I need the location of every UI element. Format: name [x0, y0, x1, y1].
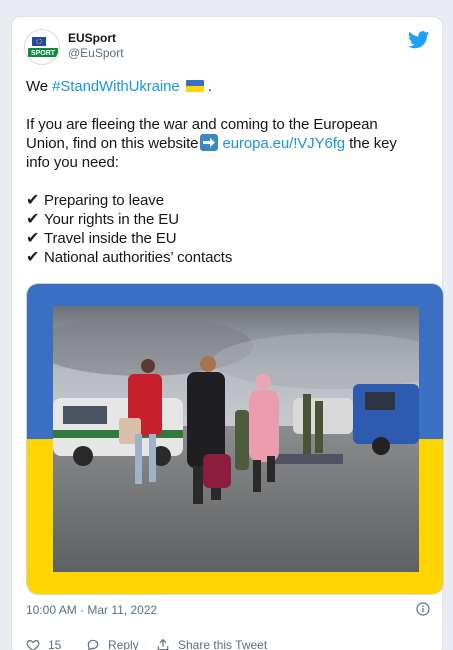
checklist-text: National authorities’ contacts [44, 249, 233, 266]
text-the-key: the key [345, 135, 397, 152]
refugee-photo [53, 306, 419, 572]
text-find-website: Union, find on this website [26, 135, 199, 152]
author-names: EUSport @EuSport [68, 31, 124, 61]
checklist-text: Your rights in the EU [44, 211, 179, 228]
reply-label: Reply [108, 638, 139, 650]
text-period: . [203, 78, 212, 95]
tweet-line-2: If you are fleeing the war and coming to… [26, 116, 378, 133]
reply-icon [87, 639, 99, 650]
tweet-line-3: Union, find on this website europa.eu/!V… [26, 134, 436, 153]
reply-button[interactable]: Reply [86, 636, 156, 650]
checkmark-icon: ✔ [26, 211, 40, 228]
checklist-item: ✔ National authorities’ contacts [26, 248, 436, 267]
checklist-text: Preparing to leave [44, 192, 164, 209]
checklist-item: ✔ Travel inside the EU [26, 229, 436, 248]
tweet-text: We #StandWithUkraine . If you are fleein… [26, 77, 436, 267]
share-button[interactable]: Share this Tweet [156, 636, 286, 650]
ukraine-flag-icon [185, 80, 204, 92]
twitter-bird-icon[interactable] [408, 31, 430, 49]
like-count: 15 [48, 638, 62, 650]
text-we: We [26, 78, 53, 95]
tweet-card: SPORT EUSport @EuSport We #StandWithUkra… [11, 16, 444, 650]
tweet-media[interactable] [26, 283, 444, 595]
checklist-item: ✔ Your rights in the EU [26, 210, 436, 229]
tweet-timestamp[interactable]: 10:00 AM · Mar 11, 2022 [26, 603, 157, 617]
checklist-item: ✔ Preparing to leave [26, 191, 436, 210]
author-handle[interactable]: @EuSport [68, 46, 124, 61]
share-label: Share this Tweet [178, 638, 268, 650]
share-icon [157, 638, 169, 650]
checkmark-icon: ✔ [26, 230, 40, 247]
arrow-right-icon [200, 134, 219, 151]
author-display-name[interactable]: EUSport [68, 31, 124, 46]
tweet-line-1: We #StandWithUkraine . [26, 77, 436, 96]
hashtag-link[interactable]: #StandWithUkraine [52, 78, 180, 95]
avatar-text: SPORT [31, 50, 56, 57]
avatar[interactable]: SPORT [24, 29, 60, 65]
heart-icon [26, 640, 40, 650]
checkmark-icon: ✔ [26, 192, 40, 209]
tweet-header: SPORT EUSport @EuSport [24, 29, 430, 65]
info-icon[interactable] [416, 602, 430, 616]
checkmark-icon: ✔ [26, 249, 40, 266]
tweet-line-4: info you need: [26, 154, 119, 171]
checklist-text: Travel inside the EU [44, 230, 177, 247]
like-button[interactable]: 15 [26, 636, 68, 650]
eusport-logo-icon: SPORT [28, 37, 58, 57]
url-link[interactable]: europa.eu/!VJY6fg [222, 135, 345, 152]
